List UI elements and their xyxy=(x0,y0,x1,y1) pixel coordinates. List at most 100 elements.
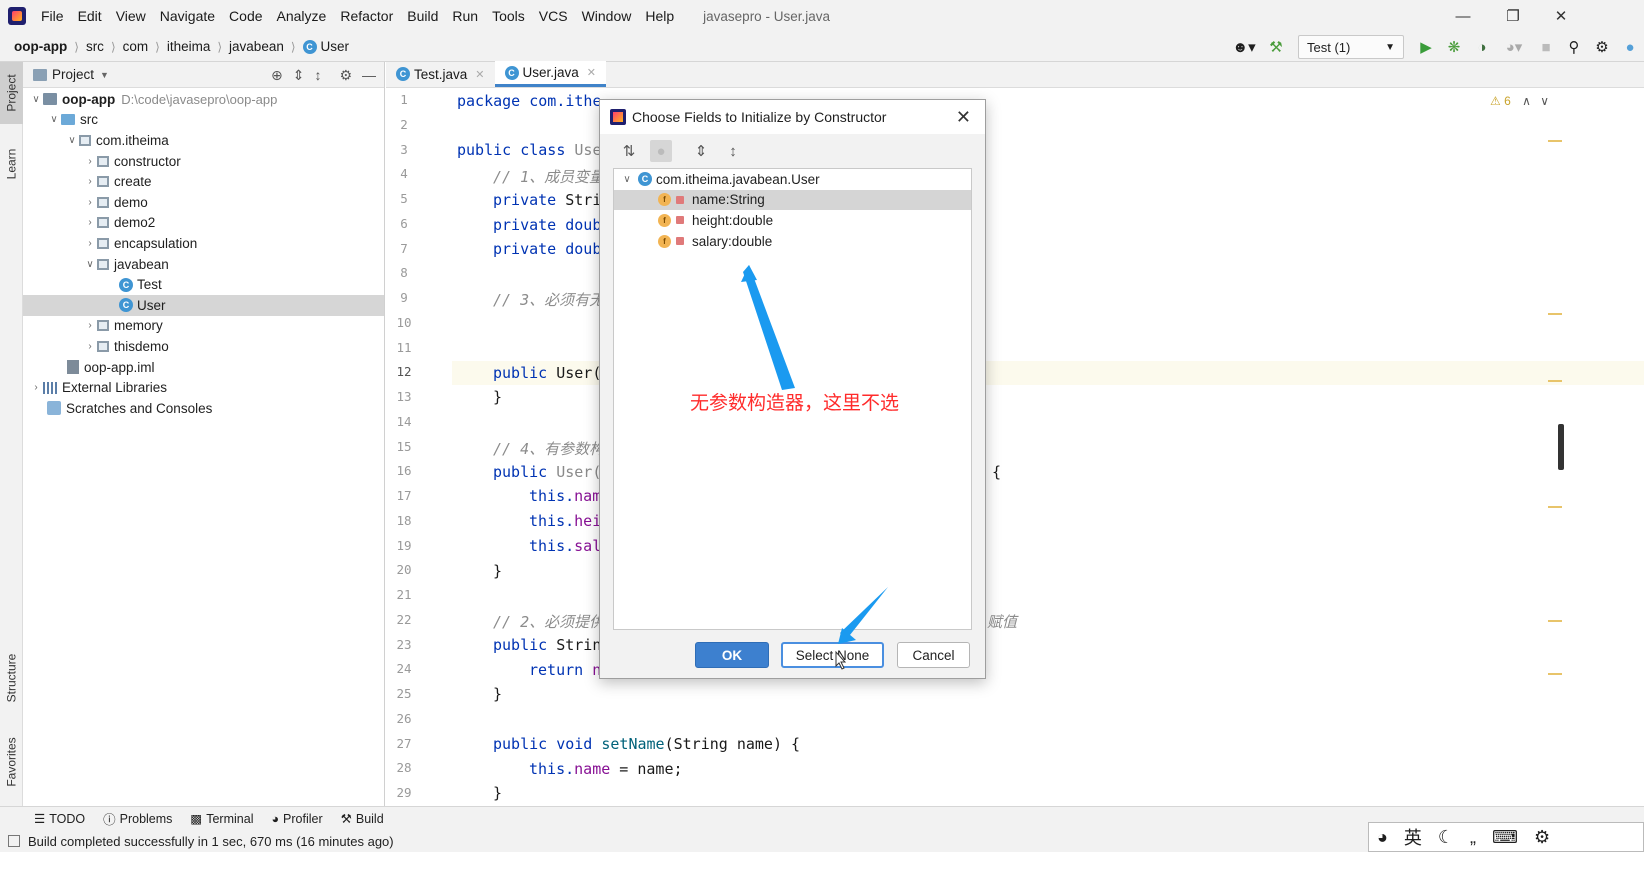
keyboard-icon[interactable]: ⌨ xyxy=(1492,827,1518,848)
inspection-widget[interactable]: ⚠ 6 ∧ ∨ xyxy=(1490,94,1549,108)
gear-icon[interactable]: ⚙ xyxy=(1534,827,1550,848)
chevron-down-icon[interactable]: ∨ xyxy=(65,135,79,146)
breadcrumb-project[interactable]: oop-app xyxy=(14,39,67,54)
tree-item-javabean[interactable]: ∨ javabean xyxy=(23,254,384,275)
field-item-height[interactable]: f height:double xyxy=(614,210,971,231)
menu-refactor[interactable]: Refactor xyxy=(333,0,400,32)
panel-settings-gear-icon[interactable]: ⚙ xyxy=(339,67,352,84)
scrollbar-thumb[interactable] xyxy=(1558,424,1564,470)
warning-marker[interactable] xyxy=(1548,673,1562,675)
tool-tab-todo[interactable]: ☰ TODO xyxy=(34,811,85,827)
field-item-salary[interactable]: f salary:double xyxy=(614,231,971,252)
menu-file[interactable]: File xyxy=(34,0,71,32)
collapse-all-icon[interactable]: ↕ xyxy=(314,67,321,83)
menu-analyze[interactable]: Analyze xyxy=(270,0,334,32)
menu-vcs[interactable]: VCS xyxy=(532,0,575,32)
breadcrumb-user[interactable]: User xyxy=(321,39,350,54)
tree-item-constructor[interactable]: › constructor xyxy=(23,151,384,172)
debug-icon[interactable]: ❋ xyxy=(1441,34,1467,60)
tool-tab-project[interactable]: Project xyxy=(0,62,23,124)
error-stripe[interactable] xyxy=(1546,88,1564,806)
chevron-down-icon[interactable]: ▼ xyxy=(100,70,109,80)
chevron-right-icon[interactable]: › xyxy=(83,197,97,208)
tree-item-create[interactable]: › create xyxy=(23,171,384,192)
collapse-all-icon[interactable]: ↕ xyxy=(722,140,744,162)
field-item-name[interactable]: f name:String xyxy=(614,189,971,211)
cancel-button[interactable]: Cancel xyxy=(897,642,970,668)
menu-edit[interactable]: Edit xyxy=(71,0,109,32)
coverage-icon[interactable]: ◑ xyxy=(1469,34,1495,60)
punctuation-icon[interactable]: „ xyxy=(1470,827,1476,848)
tree-item-scratches[interactable]: Scratches and Consoles xyxy=(23,398,384,419)
tree-item-test[interactable]: C Test xyxy=(23,274,384,295)
build-hammer-icon[interactable]: ⚒ xyxy=(1263,34,1289,60)
chevron-down-icon[interactable]: ∨ xyxy=(620,174,634,185)
menu-window[interactable]: Window xyxy=(575,0,639,32)
menu-tools[interactable]: Tools xyxy=(485,0,532,32)
tab-test-java[interactable]: C Test.java ✕ xyxy=(386,61,495,87)
run-icon[interactable]: ▶ xyxy=(1413,34,1439,60)
warning-marker[interactable] xyxy=(1548,620,1562,622)
chevron-right-icon[interactable]: › xyxy=(83,156,97,167)
select-none-button[interactable]: Select None xyxy=(781,642,884,668)
close-tab-icon[interactable]: ✕ xyxy=(475,68,484,81)
expand-all-icon[interactable]: ⇕ xyxy=(690,140,712,162)
chevron-up-icon[interactable]: ∧ xyxy=(1522,94,1531,108)
close-icon[interactable]: ✕ xyxy=(956,100,971,134)
tool-tab-learn[interactable]: Learn xyxy=(0,134,23,194)
user-account-icon[interactable]: ☻▾ xyxy=(1227,34,1261,60)
warning-marker[interactable] xyxy=(1548,140,1562,142)
chevron-right-icon[interactable]: › xyxy=(83,238,97,249)
chevron-right-icon[interactable]: › xyxy=(83,320,97,331)
menu-navigate[interactable]: Navigate xyxy=(153,0,222,32)
tool-tab-terminal[interactable]: ▩ Terminal xyxy=(190,811,253,827)
warning-marker[interactable] xyxy=(1548,506,1562,508)
ime-language-toggle[interactable]: 英 xyxy=(1404,824,1422,850)
locate-target-icon[interactable]: ⊕ xyxy=(271,67,283,84)
tree-item-oop-app[interactable]: ∨ oop-app D:\code\javasepro\oop-app xyxy=(23,89,384,110)
chevron-right-icon[interactable]: › xyxy=(83,341,97,352)
expand-all-icon[interactable]: ⇕ xyxy=(293,67,305,84)
tree-item-encapsulation[interactable]: › encapsulation xyxy=(23,233,384,254)
chevron-down-icon[interactable]: ∨ xyxy=(47,114,61,125)
tree-item-oop-app-iml[interactable]: oop-app.iml xyxy=(23,357,384,378)
profile-icon[interactable]: ◕▾ xyxy=(1497,34,1531,60)
tree-item-demo2[interactable]: › demo2 xyxy=(23,213,384,234)
project-view-select[interactable]: Project xyxy=(52,67,94,82)
close-window-icon[interactable]: ✕ xyxy=(1538,0,1584,32)
chevron-down-icon[interactable]: ∨ xyxy=(83,259,97,270)
settings-gear-icon[interactable]: ⚙ xyxy=(1589,34,1615,60)
chevron-right-icon[interactable]: › xyxy=(83,176,97,187)
breadcrumb-javabean[interactable]: javabean xyxy=(229,39,284,54)
sort-alphabetically-icon[interactable]: ⇅ xyxy=(618,140,640,162)
tree-item-memory[interactable]: › memory xyxy=(23,316,384,337)
tab-user-java[interactable]: C User.java ✕ xyxy=(494,61,606,87)
class-node[interactable]: ∨ C com.itheima.javabean.User xyxy=(614,169,971,190)
tool-tab-favorites[interactable]: Favorites xyxy=(0,724,23,800)
chevron-down-icon[interactable]: ∨ xyxy=(29,94,43,105)
tree-item-external-libraries[interactable]: › External Libraries xyxy=(23,377,384,398)
minimize-icon[interactable]: — xyxy=(1440,0,1486,32)
warning-marker[interactable] xyxy=(1548,313,1562,315)
breadcrumb-itheima[interactable]: itheima xyxy=(167,39,211,54)
tree-item-thisdemo[interactable]: › thisdemo xyxy=(23,336,384,357)
restore-icon[interactable]: ❐ xyxy=(1490,0,1536,32)
tree-item-com-itheima[interactable]: ∨ com.itheima xyxy=(23,130,384,151)
chevron-right-icon[interactable]: › xyxy=(83,217,97,228)
menu-build[interactable]: Build xyxy=(400,0,445,32)
breadcrumb-src[interactable]: src xyxy=(86,39,104,54)
hide-panel-icon[interactable]: — xyxy=(362,67,376,83)
update-icon[interactable]: ● xyxy=(1617,34,1643,60)
menu-code[interactable]: Code xyxy=(222,0,269,32)
stop-icon[interactable]: ■ xyxy=(1533,34,1559,60)
tree-item-user[interactable]: C User xyxy=(23,294,384,316)
warning-marker[interactable] xyxy=(1548,380,1562,382)
close-tab-icon[interactable]: ✕ xyxy=(587,66,596,79)
menu-run[interactable]: Run xyxy=(445,0,485,32)
breadcrumb-com[interactable]: com xyxy=(123,39,149,54)
menu-help[interactable]: Help xyxy=(638,0,681,32)
ime-logo-icon[interactable]: ◕ xyxy=(1377,827,1388,848)
ok-button[interactable]: OK xyxy=(695,642,769,668)
tool-tab-problems[interactable]: ⓘ Problems xyxy=(103,809,172,828)
tool-tab-build[interactable]: ⚒ Build xyxy=(341,811,384,827)
